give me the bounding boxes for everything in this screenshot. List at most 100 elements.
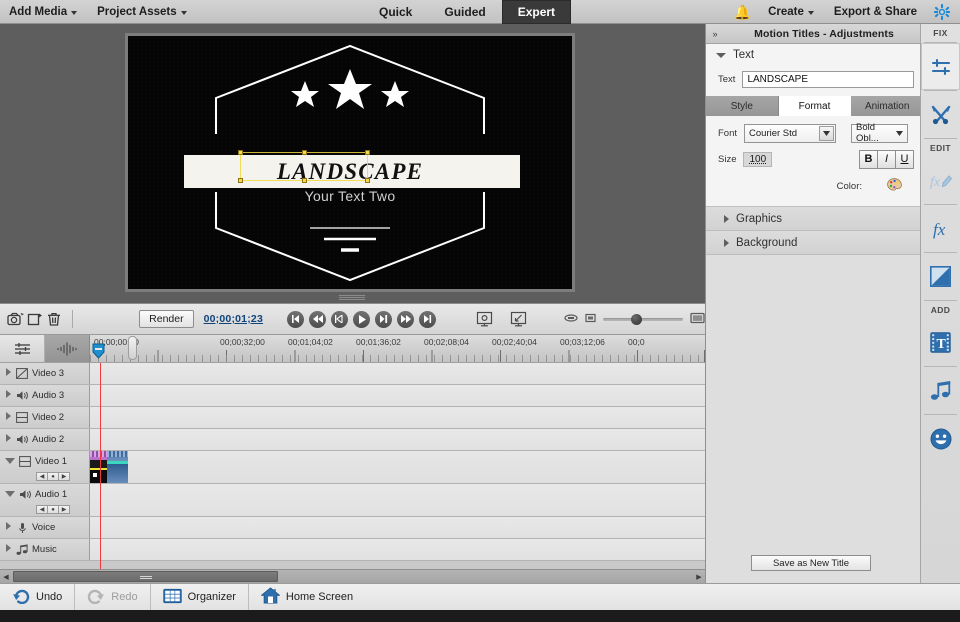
track-content[interactable] bbox=[90, 407, 705, 428]
zoom-slider-knob[interactable] bbox=[631, 313, 643, 325]
scroll-left-arrow[interactable]: ◀ bbox=[0, 571, 12, 583]
font-family-select[interactable]: Courier Std bbox=[744, 123, 837, 143]
track-content[interactable] bbox=[90, 451, 705, 483]
playhead-handle[interactable] bbox=[92, 343, 105, 359]
track-row-audio3[interactable]: Audio 3 bbox=[0, 385, 705, 407]
transitions-icon[interactable] bbox=[921, 253, 960, 300]
track-next-button[interactable]: ▶ bbox=[58, 505, 70, 514]
track-header[interactable]: Video 3 bbox=[0, 363, 90, 384]
menu-create[interactable]: Create bbox=[765, 4, 817, 20]
track-row-audio2[interactable]: Audio 2 bbox=[0, 429, 705, 451]
track-controls-audio1[interactable]: ◀ ● ▶ bbox=[36, 505, 70, 514]
selection-handle-tc[interactable] bbox=[302, 150, 307, 155]
chevron-right-icon[interactable] bbox=[724, 238, 729, 247]
menu-add-media[interactable]: Add Media bbox=[6, 4, 80, 20]
track-controls-video1[interactable]: ◀ ● ▶ bbox=[36, 472, 70, 481]
current-timecode[interactable]: 00;00;01;23 bbox=[204, 313, 263, 325]
pause-button[interactable] bbox=[375, 310, 393, 328]
collapse-panel-icon[interactable]: » bbox=[706, 29, 724, 39]
track-row-music[interactable]: Music bbox=[0, 539, 705, 561]
titles-text-icon[interactable]: T bbox=[921, 319, 960, 366]
section-background[interactable]: Background bbox=[706, 231, 924, 255]
timeline-settings-icon[interactable] bbox=[0, 335, 45, 362]
section-graphics[interactable]: Graphics bbox=[706, 207, 924, 231]
tab-animation[interactable]: Animation bbox=[851, 96, 925, 116]
section-background-header[interactable]: Background bbox=[706, 231, 924, 254]
track-header[interactable]: Music bbox=[0, 539, 90, 560]
tab-style[interactable]: Style bbox=[706, 96, 779, 116]
menu-project-assets[interactable]: Project Assets bbox=[94, 4, 189, 20]
italic-button[interactable]: I bbox=[877, 149, 896, 169]
bell-icon[interactable]: 🔔 bbox=[734, 5, 751, 19]
small-thumbnails-icon[interactable] bbox=[585, 313, 596, 326]
adjustments-icon[interactable] bbox=[921, 43, 960, 90]
render-button[interactable]: Render bbox=[139, 310, 194, 328]
track-row-video3[interactable]: Video 3 bbox=[0, 363, 705, 385]
timeline-ruler[interactable]: 00;00;00;00 00;00;32;00 00;01;04;02 00;0… bbox=[90, 335, 705, 362]
play-button[interactable] bbox=[353, 310, 371, 328]
freeze-frame-icon[interactable] bbox=[6, 307, 25, 331]
timeline-playhead[interactable] bbox=[100, 363, 101, 569]
zoom-in-icon[interactable] bbox=[690, 312, 705, 327]
track-row-audio1[interactable]: Audio 1 ◀ ● ▶ bbox=[0, 484, 705, 517]
timeline-horizontal-scrollbar[interactable]: ◀ ▶ bbox=[0, 569, 705, 583]
track-content[interactable] bbox=[90, 429, 705, 450]
tools-icon[interactable] bbox=[921, 91, 960, 138]
fx-effects-icon[interactable]: fx bbox=[921, 205, 960, 252]
chevron-right-icon[interactable] bbox=[6, 412, 11, 420]
bold-button[interactable]: B bbox=[859, 149, 878, 169]
monitor-settings-button[interactable] bbox=[474, 310, 494, 328]
color-palette-icon[interactable] bbox=[887, 178, 902, 194]
underline-button[interactable]: U bbox=[895, 149, 914, 169]
font-size-input[interactable]: 100 bbox=[743, 151, 773, 167]
step-forward-fast-button[interactable] bbox=[397, 310, 415, 328]
duplicate-clip-icon[interactable] bbox=[25, 307, 44, 331]
track-header[interactable]: Voice bbox=[0, 517, 90, 538]
zoom-out-icon[interactable] bbox=[564, 313, 578, 326]
track-content[interactable] bbox=[90, 484, 705, 516]
font-style-select[interactable]: Bold Obl... bbox=[851, 122, 909, 144]
tab-expert[interactable]: Expert bbox=[501, 0, 572, 24]
home-screen-button[interactable]: Home Screen bbox=[249, 584, 365, 611]
audio-music-icon[interactable] bbox=[921, 367, 960, 414]
tab-format[interactable]: Format bbox=[778, 96, 852, 116]
track-content[interactable] bbox=[90, 539, 705, 560]
delete-icon[interactable] bbox=[45, 307, 64, 331]
chevron-right-icon[interactable] bbox=[6, 434, 11, 442]
track-row-video2[interactable]: Video 2 bbox=[0, 407, 705, 429]
chevron-down-icon[interactable] bbox=[5, 491, 15, 497]
selection-handle-tl[interactable] bbox=[238, 150, 243, 155]
chevron-right-icon[interactable] bbox=[6, 544, 11, 552]
scrollbar-thumb[interactable] bbox=[13, 571, 278, 582]
chevron-right-icon[interactable] bbox=[6, 368, 11, 376]
tab-quick[interactable]: Quick bbox=[363, 0, 428, 24]
video-clip-2[interactable] bbox=[107, 451, 128, 483]
selection-handle-tr[interactable] bbox=[365, 150, 370, 155]
section-text-header[interactable]: Text bbox=[706, 44, 924, 66]
effects-mask-icon[interactable]: fx bbox=[921, 157, 960, 204]
track-header[interactable]: Audio 1 ◀ ● ▶ bbox=[0, 484, 90, 516]
chevron-right-icon[interactable] bbox=[6, 522, 11, 530]
chevron-right-icon[interactable] bbox=[724, 214, 729, 223]
go-to-end-button[interactable] bbox=[419, 310, 437, 328]
track-row-video1[interactable]: Video 1 ◀ ● ▶ bbox=[0, 451, 705, 484]
step-back-fast-button[interactable] bbox=[309, 310, 327, 328]
track-content[interactable] bbox=[90, 517, 705, 538]
step-back-frame-button[interactable] bbox=[331, 310, 349, 328]
track-content[interactable] bbox=[90, 363, 705, 384]
chevron-down-icon[interactable] bbox=[819, 125, 835, 141]
chevron-down-icon[interactable] bbox=[716, 52, 726, 58]
monitor-resize-grip[interactable] bbox=[339, 294, 365, 300]
track-content[interactable] bbox=[90, 385, 705, 406]
section-graphics-header[interactable]: Graphics bbox=[706, 207, 924, 230]
scroll-right-arrow[interactable]: ▶ bbox=[693, 571, 705, 583]
selection-handle-bc[interactable] bbox=[302, 178, 307, 183]
chevron-right-icon[interactable] bbox=[6, 390, 11, 398]
track-header[interactable]: Video 1 ◀ ● ▶ bbox=[0, 451, 90, 483]
selection-handle-bl[interactable] bbox=[238, 178, 243, 183]
graphics-smiley-icon[interactable] bbox=[921, 415, 960, 462]
gear-icon[interactable] bbox=[934, 4, 950, 20]
chevron-down-icon[interactable] bbox=[896, 128, 904, 139]
monitor-subtitle-text[interactable]: Your Text Two bbox=[128, 181, 572, 211]
redo-button[interactable]: Redo bbox=[75, 584, 149, 611]
